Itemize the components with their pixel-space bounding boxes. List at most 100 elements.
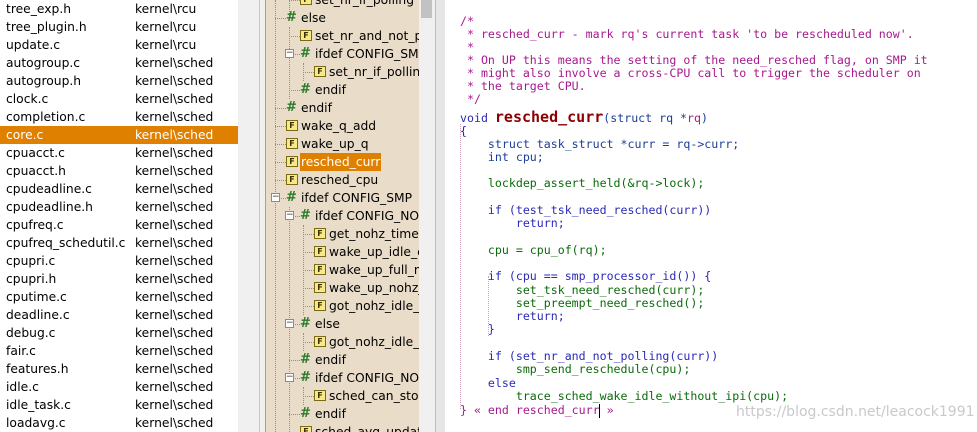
- file-row[interactable]: tree_exp.h kernel\rcu: [0, 0, 238, 18]
- file-row[interactable]: idle.c kernel\sched: [0, 378, 238, 396]
- file-row[interactable]: debug.c kernel\sched: [0, 324, 238, 342]
- collapse-toggle-icon[interactable]: −: [285, 373, 294, 382]
- tree-node-label: got_nohz_idle_kick: [329, 335, 419, 349]
- file-row[interactable]: autogroup.c kernel\sched: [0, 54, 238, 72]
- tree-node-label: sched_can_stop_tick: [329, 389, 419, 403]
- preprocessor-icon: #: [300, 82, 311, 97]
- function-icon: F: [300, 426, 312, 432]
- function-icon: F: [300, 30, 312, 41]
- tree-node[interactable]: Fsched_can_stop_tick: [266, 387, 419, 405]
- file-row[interactable]: cpudeadline.h kernel\sched: [0, 198, 238, 216]
- tree-node[interactable]: −# ifdef CONFIG_NO_HZ_COMMON: [266, 207, 419, 225]
- preprocessor-icon: #: [300, 352, 311, 367]
- preprocessor-icon: #: [286, 10, 297, 25]
- file-row[interactable]: tree_plugin.h kernel\rcu: [0, 18, 238, 36]
- file-path: kernel\sched: [135, 380, 214, 394]
- file-row[interactable]: cpufreq_schedutil.c kernel\sched: [0, 234, 238, 252]
- function-icon: F: [314, 66, 326, 77]
- tree-node[interactable]: −# ifdef CONFIG_NO_HZ_FULL: [266, 369, 419, 387]
- file-row[interactable]: cpufreq.c kernel\sched: [0, 216, 238, 234]
- tree-node-label: set_nr_and_not_polling: [315, 29, 419, 43]
- file-path: kernel\rcu: [135, 38, 197, 52]
- code-editor[interactable]: /* * resched_curr - mark rq's current ta…: [445, 0, 977, 432]
- file-path: kernel\sched: [135, 272, 214, 286]
- file-name: update.c: [6, 38, 60, 52]
- file-path: kernel\sched: [135, 110, 214, 124]
- tree-node-label: get_nohz_timer_target: [329, 227, 419, 241]
- tree-node[interactable]: − # ifdef CONFIG_SMP: [266, 189, 419, 207]
- file-name: tree_exp.h: [6, 2, 72, 16]
- code-line: }: [460, 322, 495, 336]
- tree-node-label: endif: [301, 101, 332, 115]
- file-row[interactable]: idle_task.c kernel\sched: [0, 396, 238, 414]
- file-row[interactable]: deadline.c kernel\sched: [0, 306, 238, 324]
- tree-node[interactable]: − # else: [266, 315, 419, 333]
- tree-node[interactable]: − # ifdef CONFIG_SMP: [266, 45, 419, 63]
- collapse-toggle-icon[interactable]: −: [285, 211, 294, 220]
- tree-node[interactable]: Fwake_up_nohz_target: [266, 279, 419, 297]
- function-icon: F: [314, 282, 326, 293]
- collapse-toggle-icon[interactable]: −: [285, 319, 294, 328]
- tree-node[interactable]: # endif: [266, 99, 419, 117]
- tree-node[interactable]: Fwake_up_q: [266, 135, 419, 153]
- file-name: fair.c: [6, 344, 36, 358]
- file-row[interactable]: fair.c kernel\sched: [0, 342, 238, 360]
- code-line: if (cpu == smp_processor_id()) {: [460, 269, 712, 283]
- tree-node-label: wake_q_add: [301, 119, 377, 133]
- file-path: kernel\sched: [135, 128, 214, 142]
- file-row[interactable]: cpuacct.c kernel\sched: [0, 144, 238, 162]
- file-row[interactable]: cpupri.c kernel\sched: [0, 252, 238, 270]
- pane-splitter-left[interactable]: [238, 0, 266, 432]
- file-name: idle.c: [6, 380, 39, 394]
- tree-node[interactable]: Fresched_cpu: [266, 171, 419, 189]
- preprocessor-icon: #: [300, 370, 311, 385]
- code-line: */: [460, 92, 481, 106]
- file-row[interactable]: cpuacct.h kernel\sched: [0, 162, 238, 180]
- tree-node[interactable]: Fset_nr_if_polling: [266, 0, 419, 9]
- tree-scrollbar-thumb[interactable]: [421, 0, 432, 18]
- tree-node-label: got_nohz_idle_kick: [329, 299, 419, 313]
- file-row[interactable]: clock.c kernel\sched: [0, 90, 238, 108]
- file-row[interactable]: cputime.c kernel\sched: [0, 288, 238, 306]
- function-name-resched-curr[interactable]: resched_curr: [495, 108, 603, 126]
- file-row[interactable]: cpupri.h kernel\sched: [0, 270, 238, 288]
- file-row[interactable]: features.h kernel\sched: [0, 360, 238, 378]
- file-name: cpudeadline.h: [6, 200, 93, 214]
- function-icon: F: [286, 138, 298, 149]
- preprocessor-icon: #: [286, 190, 297, 205]
- tree-node[interactable]: # endif: [266, 405, 419, 423]
- file-path: kernel\sched: [135, 92, 214, 106]
- tree-node[interactable]: Fset_nr_if_polling: [266, 63, 419, 81]
- tree-node[interactable]: Fget_nohz_timer_target: [266, 225, 419, 243]
- tree-node[interactable]: Fgot_nohz_idle_kick: [266, 333, 419, 351]
- file-row[interactable]: cpudeadline.c kernel\sched: [0, 180, 238, 198]
- tree-node[interactable]: Fgot_nohz_idle_kick: [266, 297, 419, 315]
- collapse-toggle-icon[interactable]: −: [285, 49, 294, 58]
- tree-node[interactable]: # else: [266, 9, 419, 27]
- file-row[interactable]: update.c kernel\rcu: [0, 36, 238, 54]
- tree-node[interactable]: Fwake_up_idle_cpu: [266, 243, 419, 261]
- code-line: trace_sched_wake_idle_without_ipi(cpu);: [460, 389, 789, 403]
- file-row[interactable]: completion.c kernel\sched: [0, 108, 238, 126]
- tree-node-label: ifdef CONFIG_SMP: [315, 47, 419, 61]
- function-icon: F: [314, 228, 326, 239]
- file-row[interactable]: core.c kernel\sched: [0, 126, 238, 144]
- code-line: lockdep_assert_held(&rq->lock);: [460, 176, 705, 190]
- tree-node[interactable]: Fsched_avg_update: [266, 423, 419, 432]
- tree-node[interactable]: Fresched_curr: [266, 153, 419, 171]
- file-name: features.h: [6, 362, 69, 376]
- file-row[interactable]: autogroup.h kernel\sched: [0, 72, 238, 90]
- tree-vertical-scrollbar[interactable]: [419, 0, 435, 432]
- collapse-toggle-icon[interactable]: −: [271, 193, 280, 202]
- tree-node[interactable]: # endif: [266, 81, 419, 99]
- file-row[interactable]: loadavg.c kernel\sched: [0, 414, 238, 432]
- tree-node[interactable]: Fwake_q_add: [266, 117, 419, 135]
- tree-node[interactable]: Fwake_up_full_nohz_cpu: [266, 261, 419, 279]
- file-name: cpufreq_schedutil.c: [6, 236, 126, 250]
- tree-node[interactable]: # endif: [266, 351, 419, 369]
- tree-node-label: wake_up_full_nohz_cpu: [329, 263, 419, 277]
- tree-node-label: else: [315, 317, 340, 331]
- pane-splitter-right[interactable]: [435, 0, 445, 432]
- tree-node-label: wake_up_idle_cpu: [329, 245, 419, 259]
- tree-node[interactable]: Fset_nr_and_not_polling: [266, 27, 419, 45]
